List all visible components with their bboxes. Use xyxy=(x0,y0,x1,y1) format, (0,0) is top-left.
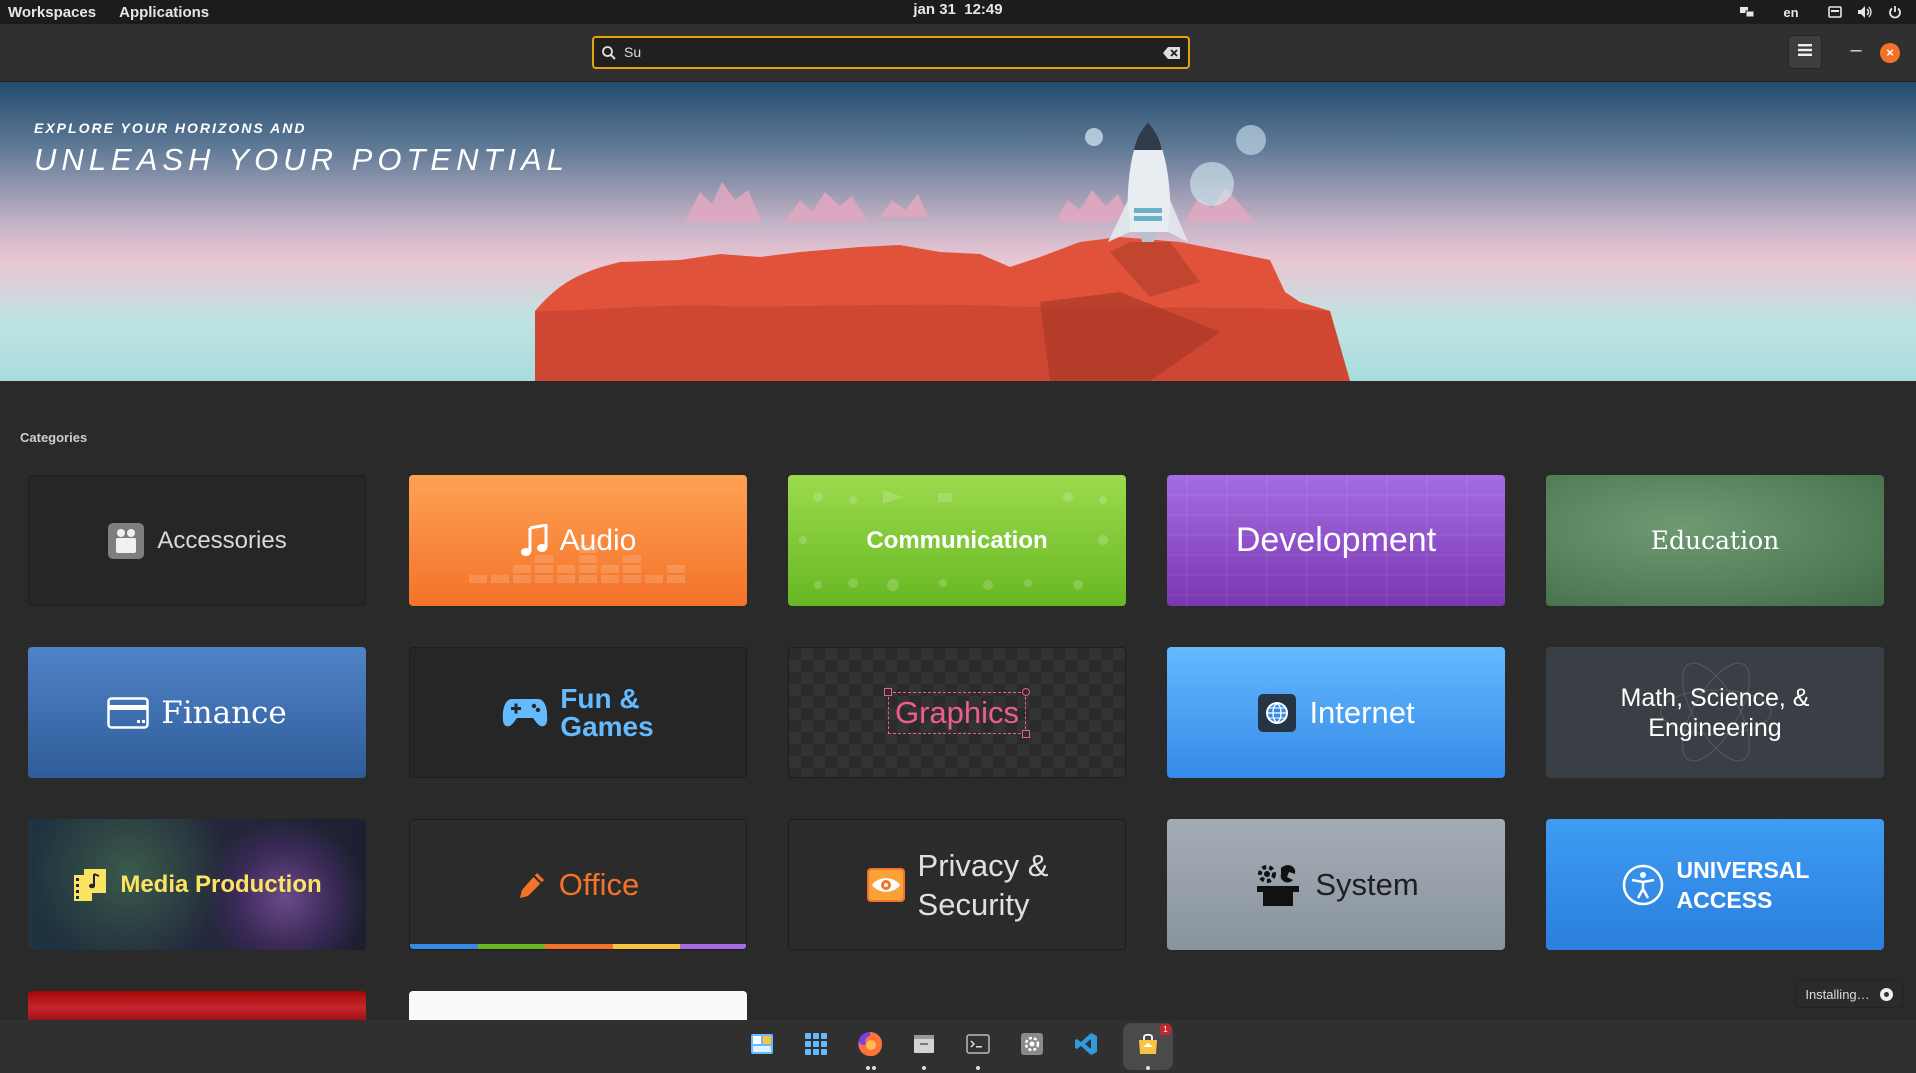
accessories-icon xyxy=(107,522,145,560)
gamepad-icon xyxy=(502,697,548,729)
running-indicator xyxy=(976,1066,980,1070)
dock-applications-menu[interactable] xyxy=(791,1023,841,1070)
tools-icon xyxy=(1253,862,1303,908)
accessibility-icon xyxy=(1621,863,1665,907)
menu-icon xyxy=(1797,43,1813,62)
category-label: Office xyxy=(558,866,640,902)
installing-label: Installing… xyxy=(1805,986,1870,1002)
category-label-line1: Privacy & xyxy=(917,847,1049,883)
dock-appcenter[interactable]: 1 xyxy=(1123,1023,1173,1070)
running-indicator xyxy=(1146,1066,1150,1070)
music-note-icon xyxy=(520,523,548,558)
date-time-indicator[interactable]: jan 31 12:49 xyxy=(0,0,1916,24)
firefox-icon xyxy=(856,1030,884,1063)
category-label: Graphics xyxy=(894,694,1020,730)
banner-headline: UNLEASH YOUR POTENTIAL xyxy=(34,142,569,177)
category-tile-partial-2[interactable] xyxy=(409,991,747,1020)
category-label: Media Production xyxy=(120,870,322,898)
category-label: Communication xyxy=(866,526,1048,554)
pencil-icon xyxy=(517,870,547,900)
running-indicator xyxy=(866,1066,870,1070)
film-music-icon xyxy=(72,867,108,903)
category-label-line2: Security xyxy=(917,886,1030,922)
categories-heading: Categories xyxy=(20,430,88,445)
running-indicator xyxy=(922,1066,926,1070)
keyboard-layout-indicator[interactable]: en xyxy=(1762,0,1820,24)
multitasking-view-icon xyxy=(750,1033,774,1060)
category-label-line1: UNIVERSAL xyxy=(1676,856,1810,883)
category-label: Accessories xyxy=(157,526,287,554)
volume-icon[interactable] xyxy=(1850,0,1880,24)
dock-multitasking-view[interactable] xyxy=(737,1023,787,1070)
category-system[interactable]: System xyxy=(1167,819,1505,950)
category-accessories[interactable]: Accessories xyxy=(28,475,366,606)
category-finance[interactable]: Finance xyxy=(28,647,366,778)
category-label-line2: Games xyxy=(560,710,654,742)
category-label-line1: Fun & xyxy=(560,682,640,714)
category-graphics[interactable]: Graphics xyxy=(788,647,1126,778)
category-audio[interactable]: Audio xyxy=(409,475,747,606)
featured-banner[interactable]: EXPLORE YOUR HORIZONS AND UNLEASH YOUR P… xyxy=(0,82,1916,381)
installing-status-button[interactable]: Installing… xyxy=(1795,980,1903,1008)
category-privacy-security[interactable]: Privacy & Security xyxy=(788,819,1126,950)
dock-files[interactable] xyxy=(899,1023,949,1070)
progress-spinner-icon xyxy=(1879,987,1893,1001)
category-label: Internet xyxy=(1309,694,1415,730)
category-education[interactable]: Education xyxy=(1546,475,1884,606)
category-label: Finance xyxy=(161,694,287,731)
category-label: System xyxy=(1315,866,1419,902)
dock-firefox[interactable] xyxy=(845,1023,895,1070)
vscode-icon xyxy=(1074,1032,1098,1061)
category-universal-access[interactable]: UNIVERSAL ACCESS xyxy=(1546,819,1884,950)
dock-terminal[interactable] xyxy=(953,1023,1003,1070)
terminal-icon xyxy=(966,1034,990,1059)
category-internet[interactable]: Internet xyxy=(1167,647,1505,778)
category-tile-partial-1[interactable] xyxy=(28,991,366,1020)
category-office[interactable]: Office xyxy=(409,819,747,950)
globe-icon xyxy=(1257,693,1297,733)
office-color-strip xyxy=(410,944,746,949)
credit-card-icon xyxy=(107,696,149,729)
close-button[interactable]: × xyxy=(1880,43,1900,63)
category-communication[interactable]: Communication xyxy=(788,475,1126,606)
category-label: Education xyxy=(1650,526,1780,555)
category-fun-and-games[interactable]: Fun & Games xyxy=(409,647,747,778)
top-panel: Workspaces Applications jan 31 12:49 en xyxy=(0,0,1916,24)
keyboard-icon[interactable] xyxy=(1820,0,1850,24)
dock-system-settings[interactable] xyxy=(1007,1023,1057,1070)
menu-button[interactable] xyxy=(1788,35,1822,69)
appcenter-bag-icon xyxy=(1136,1032,1160,1061)
category-label-line1: Math, Science, & xyxy=(1620,683,1810,712)
clear-search-icon[interactable] xyxy=(1162,45,1182,61)
category-label-line2: ACCESS xyxy=(1676,886,1773,913)
dock: 1 xyxy=(0,1020,1916,1073)
minimize-button[interactable]: – xyxy=(1843,35,1869,69)
network-icon[interactable] xyxy=(1732,0,1762,24)
time-label: 12:49 xyxy=(964,1,1003,18)
category-label: Audio xyxy=(559,523,637,557)
folder-icon xyxy=(912,1033,936,1060)
category-media-production[interactable]: Media Production xyxy=(28,819,366,950)
app-grid-icon xyxy=(804,1032,828,1061)
date-label: jan 31 xyxy=(913,1,956,18)
category-label: Development xyxy=(1235,521,1437,559)
dock-visual-studio-code[interactable] xyxy=(1061,1023,1111,1070)
eye-icon xyxy=(866,867,906,903)
category-math-science-engineering[interactable]: Math, Science, & Engineering xyxy=(1546,647,1884,778)
running-indicator xyxy=(872,1066,876,1070)
header-bar: Su – × xyxy=(0,24,1916,82)
search-query-text: Su xyxy=(624,44,642,60)
search-icon xyxy=(601,45,617,61)
notification-badge: 1 xyxy=(1160,1024,1171,1035)
power-icon[interactable] xyxy=(1880,0,1910,24)
settings-gear-icon xyxy=(1020,1032,1044,1061)
graphics-selection-box: Graphics xyxy=(883,687,1031,738)
categories-view: Categories Accessories Audio Communicati… xyxy=(0,381,1916,1020)
category-development[interactable]: Development xyxy=(1167,475,1505,606)
search-input[interactable]: Su xyxy=(592,36,1190,69)
banner-tagline: EXPLORE YOUR HORIZONS AND xyxy=(34,120,307,136)
category-label-line2: Engineering xyxy=(1648,713,1782,742)
